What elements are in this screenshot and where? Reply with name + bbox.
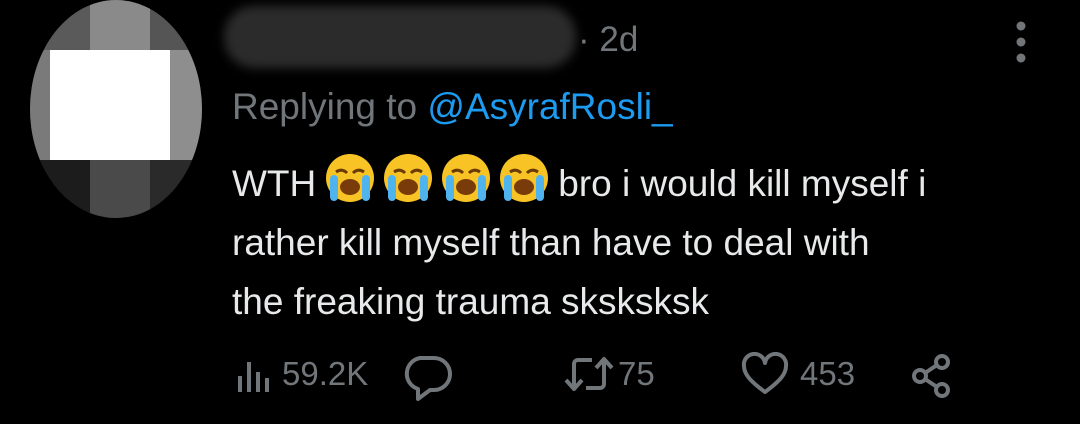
like-count: 453: [800, 355, 856, 392]
reply-bubble-icon: [404, 356, 452, 401]
share-icon: [912, 354, 950, 398]
heart-icon: [741, 352, 789, 394]
avatar[interactable]: [30, 0, 202, 218]
retweet-button[interactable]: 75: [562, 352, 655, 396]
loudly-crying-face-icon: [326, 154, 375, 202]
tweet-text-line1-rest: bro i would kill myself i: [558, 163, 927, 204]
tweet-actions: 59.2K 75 453: [232, 352, 972, 412]
display-name-redacted[interactable]: [224, 6, 576, 68]
retweet-icon: [564, 357, 614, 391]
views-button[interactable]: 59.2K: [232, 352, 368, 396]
tweet-line-1: WTH bro i would kill myself i: [232, 150, 1032, 213]
tweet-line-3: the freaking trauma sksksksk: [232, 281, 710, 322]
retweet-count: 75: [618, 355, 655, 392]
views-count: 59.2K: [282, 355, 369, 392]
loudly-crying-face-icon: [442, 154, 491, 202]
loudly-crying-face-icon: [500, 154, 549, 202]
replying-to: Replying to @AsyrafRosli_: [232, 86, 673, 128]
loudly-crying-face-icon: [384, 154, 433, 202]
replying-to-handle-link[interactable]: @AsyrafRosli_: [427, 86, 672, 127]
crying-emojis: [322, 150, 552, 206]
like-button[interactable]: 453: [740, 352, 855, 396]
timestamp[interactable]: · 2d: [578, 20, 638, 60]
share-button[interactable]: [908, 352, 956, 400]
more-options-icon[interactable]: [1006, 18, 1036, 66]
tweet-text-wth: WTH: [232, 163, 317, 204]
replying-to-label: Replying to: [232, 86, 418, 127]
reply-button[interactable]: [400, 352, 454, 402]
views-chart-icon: [238, 362, 269, 392]
tweet-text: WTH bro i would kill myself i rather kil…: [232, 150, 1032, 331]
tweet-line-2: rather kill myself than have to deal wit…: [232, 222, 870, 263]
